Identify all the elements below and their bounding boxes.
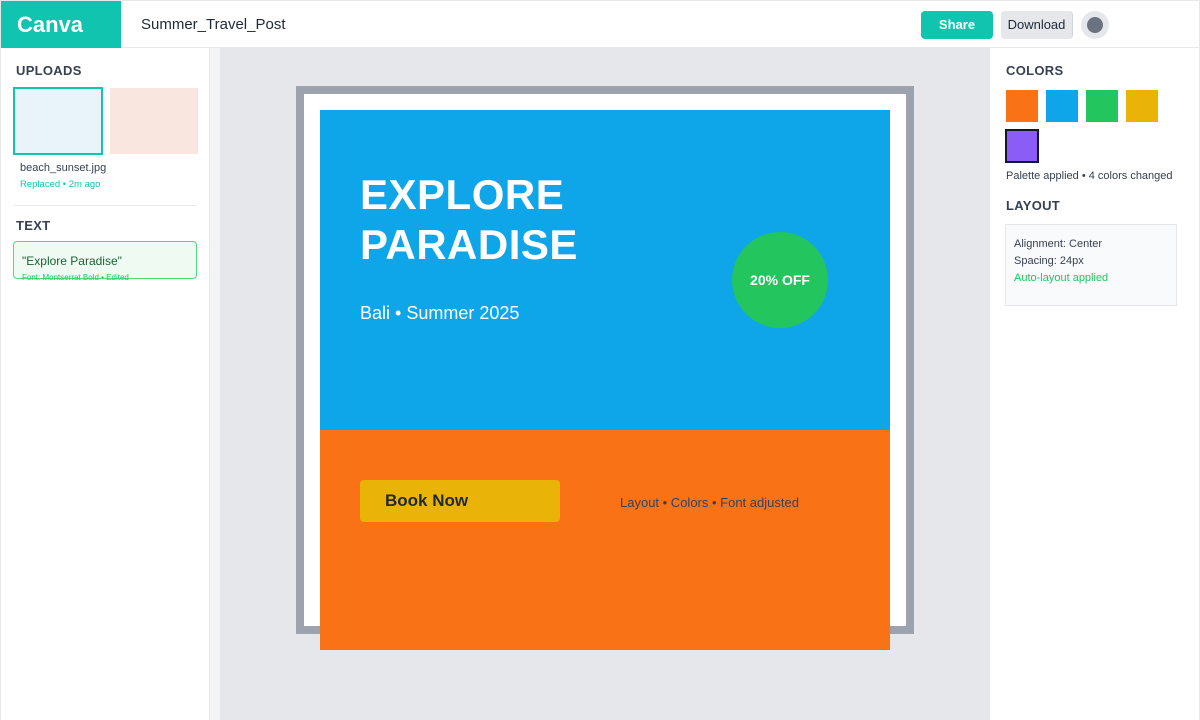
uploads-heading: UPLOADS [16, 63, 82, 78]
color-swatch-yellow[interactable] [1126, 90, 1158, 122]
design-bottom-block[interactable] [320, 430, 890, 650]
colors-heading: COLORS [1006, 63, 1064, 78]
headline-line-1: EXPLORE [360, 171, 565, 218]
discount-badge[interactable]: 20% OFF [732, 232, 828, 328]
sidebar-divider [14, 205, 196, 206]
headline-line-2: PARADISE [360, 221, 578, 268]
color-swatch-purple[interactable] [1005, 129, 1039, 163]
upload-file-name: beach_sunset.jpg [20, 162, 107, 174]
text-layer-meta: Font: Montserrat Bold • Edited [22, 273, 129, 282]
layout-auto-status: Auto-layout applied [1014, 272, 1109, 284]
color-swatch-orange[interactable] [1006, 90, 1038, 122]
text-layer-label: "Explore Paradise" [22, 254, 122, 268]
text-heading: TEXT [16, 218, 51, 233]
upload-thumbnail-beach-sunset[interactable] [13, 87, 103, 155]
layout-alignment: Alignment: Center [1014, 238, 1103, 250]
share-button[interactable]: Share [921, 11, 993, 39]
top-bar: Canva Summer_Travel_Post Share Download [0, 0, 1200, 48]
book-now-button[interactable]: Book Now [360, 480, 560, 522]
document-title[interactable]: Summer_Travel_Post [141, 1, 286, 49]
user-icon [1087, 17, 1103, 33]
design-subheadline[interactable]: Bali • Summer 2025 [360, 303, 519, 324]
design-headline[interactable]: EXPLORE PARADISE [360, 170, 578, 270]
design-note[interactable]: Layout • Colors • Font adjusted [620, 495, 799, 510]
canva-logo[interactable]: Canva [1, 1, 121, 48]
color-swatch-blue[interactable] [1046, 90, 1078, 122]
avatar[interactable] [1081, 11, 1109, 39]
sidebar-gutter [210, 48, 220, 720]
layout-heading: LAYOUT [1006, 198, 1061, 213]
download-button[interactable]: Download [1001, 11, 1073, 39]
palette-status: Palette applied • 4 colors changed [1006, 170, 1173, 182]
upload-thumbnail[interactable] [110, 88, 198, 154]
text-layer-item[interactable]: "Explore Paradise" Font: Montserrat Bold… [13, 241, 197, 282]
layout-spacing: Spacing: 24px [1014, 255, 1084, 267]
color-swatch-green[interactable] [1086, 90, 1118, 122]
upload-file-status: Replaced • 2m ago [20, 179, 101, 190]
